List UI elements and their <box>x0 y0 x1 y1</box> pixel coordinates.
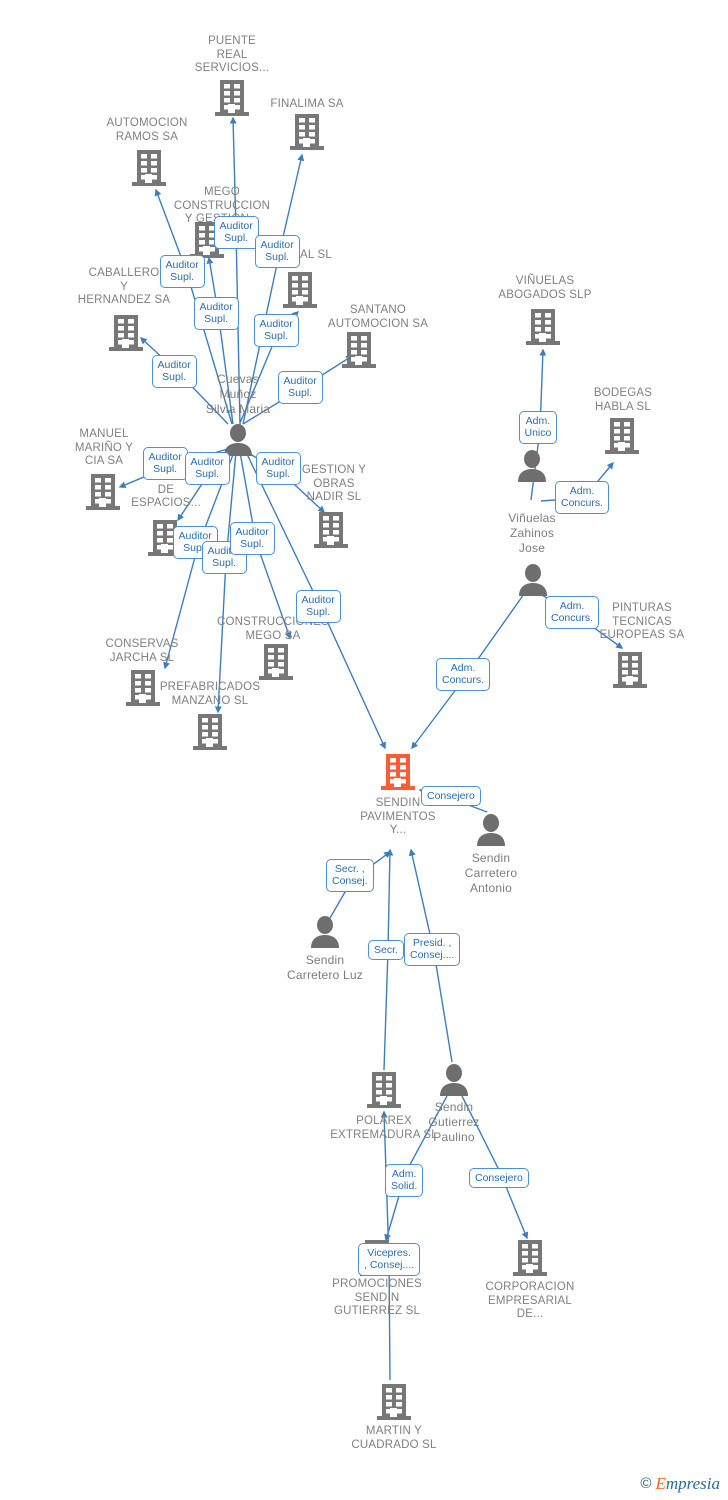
edge-label-e23[interactable]: Adm. Solid. <box>385 1163 424 1197</box>
edge-e21 <box>383 848 394 1071</box>
watermark-brand: Empresia <box>655 1475 720 1492</box>
watermark: © Empresia <box>640 1475 720 1492</box>
edge-label-e16[interactable]: Adm. Concurs. <box>555 480 610 514</box>
building-icon-polarex[interactable] <box>367 1072 401 1108</box>
building-icon-construcciones_mego[interactable] <box>259 644 293 680</box>
building-icon-santano[interactable] <box>342 332 376 368</box>
edge-label-e6[interactable]: Auditor Supl. <box>151 354 197 388</box>
edge-label-e24[interactable]: Consejero <box>469 1167 529 1188</box>
edge-e1 <box>229 116 241 426</box>
building-icon-bodegas_habla[interactable] <box>605 418 639 454</box>
edge-label-e20[interactable]: Secr. , Consej. <box>326 858 374 892</box>
edge-label-e21[interactable]: Secr. <box>368 939 404 960</box>
building-icon-prefabricados[interactable] <box>193 714 227 750</box>
edge-label-e2[interactable]: Auditor Supl. <box>254 234 300 268</box>
building-icon-sendin_pavimentos[interactable] <box>381 754 415 790</box>
watermark-brand-rest: mpresia <box>665 1474 720 1493</box>
edge-label-e14[interactable]: Auditor Supl. <box>295 589 341 623</box>
copyright-icon: © <box>640 1475 652 1492</box>
person-icon-cuevas_munoz[interactable] <box>224 424 252 456</box>
building-icon-automocion_ramos[interactable] <box>132 150 166 186</box>
edge-label-e4[interactable]: Auditor Supl. <box>193 296 239 330</box>
edge-label-e5[interactable]: Auditor Supl. <box>253 313 299 347</box>
edge-label-e18[interactable]: Adm. Concurs. <box>436 657 491 691</box>
building-icon-vinuelas_abog[interactable] <box>526 309 560 345</box>
edge-label-e3[interactable]: Auditor Supl. <box>159 254 205 288</box>
building-icon-martin_cuadrado[interactable] <box>377 1384 411 1420</box>
edge-label-e17[interactable]: Adm. Concurs. <box>545 595 600 629</box>
person-icon-vinuelas_zahinos[interactable] <box>518 450 546 482</box>
edge-label-e8[interactable]: Auditor Supl. <box>142 446 188 480</box>
building-icon-manuel_marino[interactable] <box>86 474 120 510</box>
watermark-brand-initial: E <box>655 1474 666 1493</box>
edge-label-e19[interactable]: Consejero <box>421 785 481 806</box>
edge-e4 <box>206 256 234 425</box>
edge-label-e13[interactable]: Auditor Supl. <box>229 521 275 555</box>
person-icon-sendin_paulino[interactable] <box>440 1064 468 1096</box>
person-icon-person_pinturas[interactable] <box>519 564 547 596</box>
building-icon-conservas_jarcha[interactable] <box>126 670 160 706</box>
edge-label-e10[interactable]: Auditor Supl. <box>255 451 301 485</box>
edge-e12 <box>214 451 237 714</box>
building-icon-puente_real[interactable] <box>215 80 249 116</box>
building-icon-gestion_nadir[interactable] <box>314 512 348 548</box>
edge-label-e15[interactable]: Adm. Unico <box>518 410 558 444</box>
person-icon-sendin_luz[interactable] <box>311 916 339 948</box>
edge-label-e1[interactable]: Auditor Supl. <box>213 215 259 249</box>
edge-label-e9[interactable]: Auditor Supl. <box>184 451 230 485</box>
building-icon-caballero[interactable] <box>109 315 143 351</box>
building-icon-pinturas_tecnicas[interactable] <box>613 652 647 688</box>
edge-label-e25[interactable]: Vicepres. , Consej.... <box>358 1242 421 1276</box>
person-icon-sendin_antonio[interactable] <box>477 814 505 846</box>
building-icon-al_sl[interactable] <box>283 272 317 308</box>
edge-label-e22[interactable]: Presid. , Consej.... <box>404 932 461 966</box>
building-icon-corporacion[interactable] <box>513 1240 547 1276</box>
edge-label-e7[interactable]: Auditor Supl. <box>277 370 323 404</box>
building-icon-finalima[interactable] <box>290 114 324 150</box>
